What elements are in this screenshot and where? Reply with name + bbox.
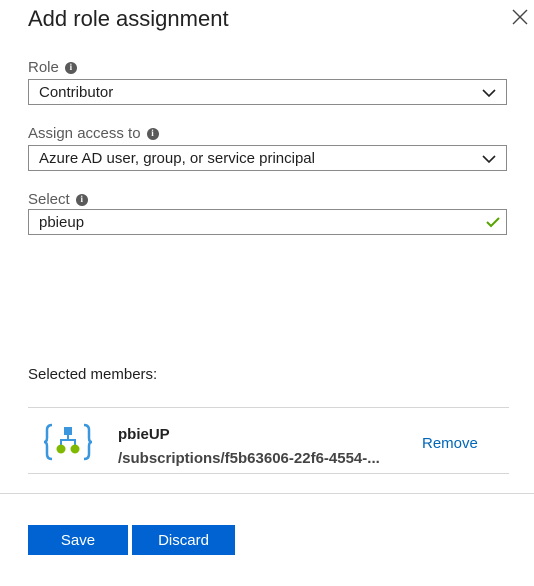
info-icon[interactable]: i [64, 61, 77, 74]
info-icon[interactable]: i [146, 127, 159, 140]
role-label: Role [28, 59, 59, 76]
info-icon[interactable]: i [75, 193, 88, 206]
member-name: pbieUP [118, 426, 170, 443]
chevron-down-icon [482, 89, 496, 98]
assign-access-dropdown[interactable]: Azure AD user, group, or service princip… [28, 145, 507, 171]
role-label-row: Role i [28, 59, 77, 76]
save-button[interactable]: Save [28, 525, 128, 555]
chevron-down-icon [482, 155, 496, 164]
close-icon[interactable] [511, 8, 529, 26]
checkmark-icon [486, 217, 500, 228]
remove-link[interactable]: Remove [422, 435, 478, 452]
select-label-row: Select i [28, 191, 88, 208]
role-dropdown[interactable]: Contributor [28, 79, 507, 105]
select-input-value: pbieup [39, 213, 85, 231]
assign-access-label: Assign access to [28, 125, 141, 142]
select-input[interactable]: pbieup [28, 209, 507, 235]
assign-access-label-row: Assign access to i [28, 125, 159, 142]
discard-button[interactable]: Discard [132, 525, 235, 555]
service-principal-icon [43, 423, 93, 461]
select-label: Select [28, 191, 70, 208]
divider [28, 407, 509, 408]
member-path: /subscriptions/f5b63606-22f6-4554-... [118, 450, 380, 467]
assign-access-value: Azure AD user, group, or service princip… [39, 149, 315, 167]
divider [28, 473, 509, 474]
dialog-title: Add role assignment [28, 6, 229, 31]
selected-members-label: Selected members: [28, 366, 158, 383]
footer-divider [0, 493, 534, 494]
role-value: Contributor [39, 83, 114, 101]
